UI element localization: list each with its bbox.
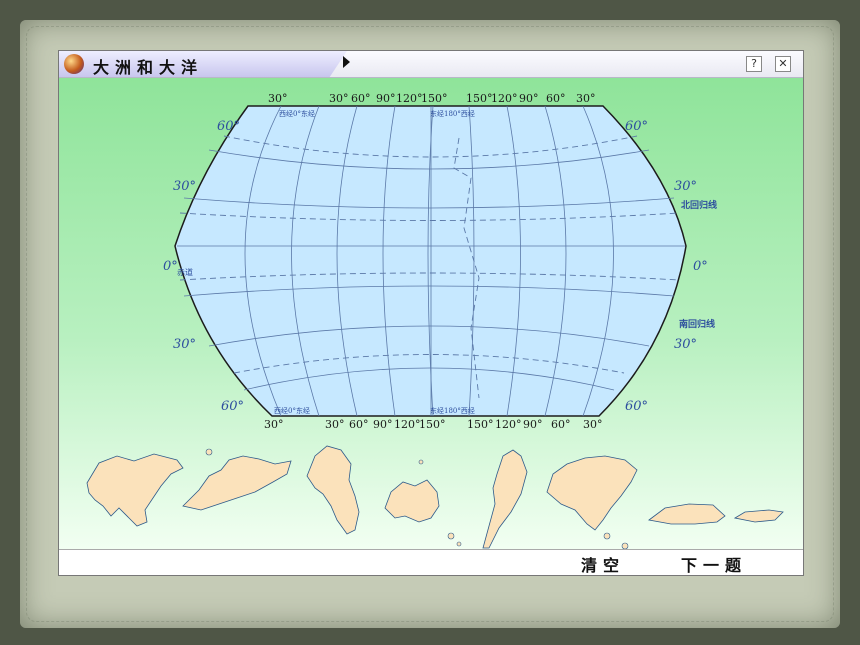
bottom-lon-label: 30° [264,418,284,431]
bottom-lon-label: 60° [551,418,571,431]
world-map: 30° 30° 60° 90° 120° 150° 150° 120° 90° … [86,92,784,550]
next-question-button[interactable]: 下一题 [681,552,747,575]
continent-south-america-piece[interactable] [482,449,528,549]
lat-label-right-eq: 0° [693,259,708,274]
top-lon-label: 30° [329,92,349,105]
bottom-lon-label: 120° [495,418,522,431]
continent-asia-piece[interactable] [86,453,184,527]
continent-europe-piece[interactable] [182,455,292,511]
question-icon[interactable]: ? [746,56,762,72]
lat-label-left-n60: 60° [217,119,240,134]
bottom-lon-label: 60° [349,418,369,431]
play-arrow-icon[interactable] [343,56,350,68]
lat-label-right-s30: 30° [674,337,697,352]
prime-meridian-label-bottom: 西经0°东经 [274,406,310,415]
top-lon-label: 150° [466,92,493,105]
prime-meridian-label-top: 西经0°东经 [279,109,315,118]
top-lon-label: 120° [396,92,423,105]
dateline-label-bottom: 东经180°西经 [430,406,475,415]
top-lon-label: 60° [546,92,566,105]
bottom-lon-label: 90° [523,418,543,431]
bottom-longitude-labels: 30° 30° 60° 90° 120° 150° 150° 120° 90° … [264,418,603,431]
bottom-lon-label: 150° [467,418,494,431]
close-icon[interactable]: ✕ [775,56,791,72]
top-lon-label: 90° [519,92,539,105]
top-lon-label: 30° [268,92,288,105]
lat-label-right-n60: 60° [625,119,648,134]
continent-north-america-piece[interactable] [546,455,638,531]
top-lon-label: 90° [376,92,396,105]
continent-africa-piece[interactable] [306,445,360,535]
lat-label-left-eq: 0° [163,259,178,274]
top-lon-label: 60° [351,92,371,105]
lat-label-left-s30: 30° [173,337,196,352]
app-window: 大洲和大洋 ? ✕ 30° 30° 60° 90° 120° 150° 150°… [58,50,804,576]
lat-label-right-s60: 60° [625,399,648,414]
top-lon-label: 150° [421,92,448,105]
window-title: 大洲和大洋 [93,58,204,77]
continent-antarctica-piece[interactable] [648,503,784,525]
tropic-of-capricorn-label: 南回归线 [679,318,715,330]
clear-button[interactable]: 清空 [581,552,625,575]
top-longitude-labels: 30° 30° 60° 90° 120° 150° 150° 120° 90° … [268,92,596,105]
continent-oceania-piece[interactable] [384,479,440,523]
bottom-lon-label: 150° [419,418,446,431]
lat-label-right-n30: 30° [674,179,697,194]
equator-label: 赤道 [177,267,193,277]
top-lon-label: 30° [576,92,596,105]
bottom-lon-label: 30° [325,418,345,431]
bottom-toolbar: 清空 下一题 [59,549,803,575]
lat-label-left-s60: 60° [221,399,244,414]
top-lon-label: 120° [491,92,518,105]
app-logo-icon [64,54,84,74]
bottom-lon-label: 90° [373,418,393,431]
lat-label-left-n30: 30° [173,179,196,194]
map-area: 30° 30° 60° 90° 120° 150° 150° 120° 90° … [59,78,803,550]
bottom-lon-label: 120° [394,418,421,431]
tropic-of-cancer-label: 北回归线 [681,199,717,211]
dateline-label-top: 东经180°西经 [430,109,475,118]
bottom-lon-label: 30° [583,418,603,431]
title-bar: 大洲和大洋 ? ✕ [59,51,803,78]
